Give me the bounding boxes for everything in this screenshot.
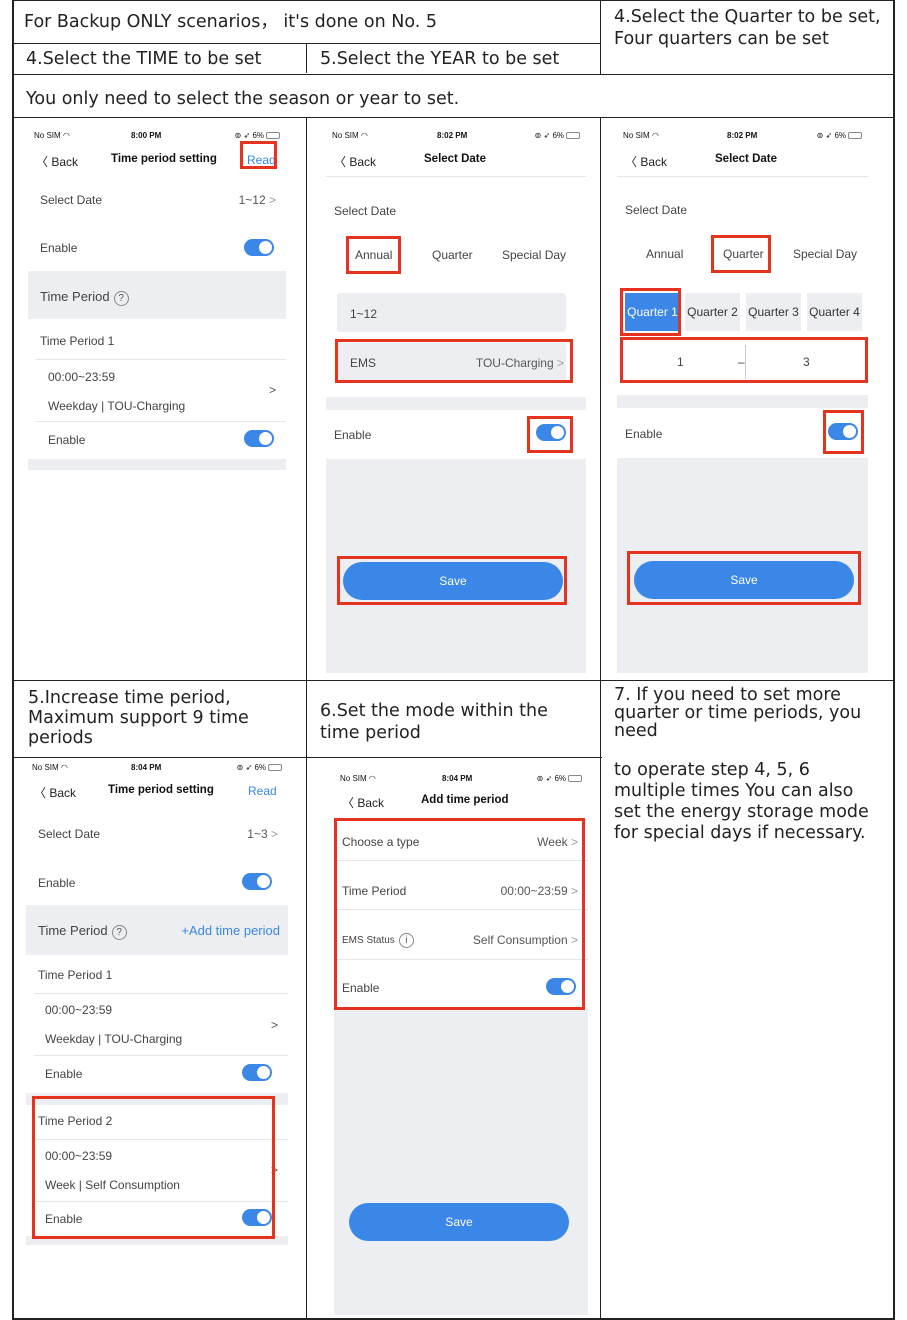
wifi-icon: ◠: [62, 131, 70, 140]
help-icon[interactable]: ?: [113, 291, 129, 306]
highlight-time-period-2: [32, 1096, 275, 1239]
battery-icon: ⊚ ➶ 6%: [235, 131, 280, 140]
highlight-enable: [823, 410, 864, 454]
step5-increase-caption: 5.Increase time period, Maximum support …: [28, 688, 249, 748]
step7-caption-continued: to operate step 4, 5, 6 multiple times Y…: [614, 760, 869, 843]
tp1-enable-toggle[interactable]: [242, 1064, 272, 1081]
page-title: Time period setting: [111, 153, 217, 165]
highlight-ems: [335, 339, 573, 383]
help-icon[interactable]: ?: [111, 925, 127, 940]
add-time-period-button[interactable]: +Add time period: [181, 923, 280, 938]
highlight-form: [334, 818, 585, 1010]
tab-special-day[interactable]: Special Day: [502, 248, 566, 262]
save-button[interactable]: Save: [349, 1203, 569, 1241]
highlight-annual: [346, 236, 401, 274]
status-bar: No SIM ◠ 8:00 PM ⊚ ➶ 6%: [28, 125, 286, 141]
back-button[interactable]: 〈 Back: [342, 794, 384, 811]
step4-time-caption: 4.Select the TIME to be set: [26, 49, 262, 69]
back-button[interactable]: 〈 Back: [334, 153, 376, 170]
highlight-read: [240, 141, 277, 169]
back-chevron-icon: 〈: [36, 155, 49, 169]
quarter-4-button[interactable]: Quarter 4: [807, 293, 862, 331]
enable-toggle[interactable]: [242, 873, 272, 890]
back-button[interactable]: 〈 Back: [36, 153, 78, 170]
quarter-2-button[interactable]: Quarter 2: [685, 293, 740, 331]
quarter-3-button[interactable]: Quarter 3: [746, 293, 801, 331]
chevron-right-icon: >: [268, 383, 276, 397]
read-button[interactable]: Read: [248, 784, 277, 798]
tp1-enable-toggle[interactable]: [244, 430, 274, 447]
season-note: You only need to select the season or ye…: [26, 89, 460, 109]
tab-annual[interactable]: Annual: [646, 247, 683, 261]
page-title: Time period setting: [108, 784, 214, 796]
step5-year-caption: 5.Select the YEAR to be set: [320, 49, 560, 69]
carrier-label: No SIM: [34, 131, 61, 140]
back-button[interactable]: 〈 Back: [34, 784, 76, 801]
enable-toggle[interactable]: [244, 239, 274, 256]
tab-special-day[interactable]: Special Day: [793, 247, 857, 261]
page-title: Add time period: [421, 794, 509, 806]
page-title: Select Date: [424, 153, 487, 165]
highlight-enable: [527, 416, 573, 453]
highlight-save: [627, 551, 861, 605]
tab-quarter[interactable]: Quarter: [432, 248, 473, 262]
highlight-range: [620, 337, 868, 383]
highlight-quarter-1: [620, 288, 681, 336]
chevron-right-icon: >: [268, 193, 276, 207]
step4-quarter-caption: 4.Select the Quarter to be set, Four qua…: [614, 7, 881, 49]
step7-caption: 7. If you need to set more quarter or ti…: [614, 685, 862, 741]
back-button[interactable]: 〈 Back: [625, 153, 667, 170]
status-bar: No SIM ◠ 8:02 PM ⊚ ➶ 6%: [617, 125, 868, 141]
step6-mode-caption: 6.Set the mode within the time period: [320, 701, 548, 743]
highlight-save: [337, 556, 567, 605]
status-bar: No SIM ◠ 8:02 PM ⊚ ➶ 6%: [326, 125, 586, 141]
backup-note: For Backup ONLY scenarios， it's done on …: [24, 12, 437, 32]
page-title: Select Date: [715, 153, 778, 165]
chevron-right-icon[interactable]: >: [271, 1018, 278, 1032]
highlight-quarter-tab: [711, 235, 771, 273]
screen-time-period-setting: No SIM ◠ 8:00 PM ⊚ ➶ 6% 〈 Back Time peri…: [28, 125, 286, 470]
clock: 8:00 PM: [131, 131, 162, 140]
